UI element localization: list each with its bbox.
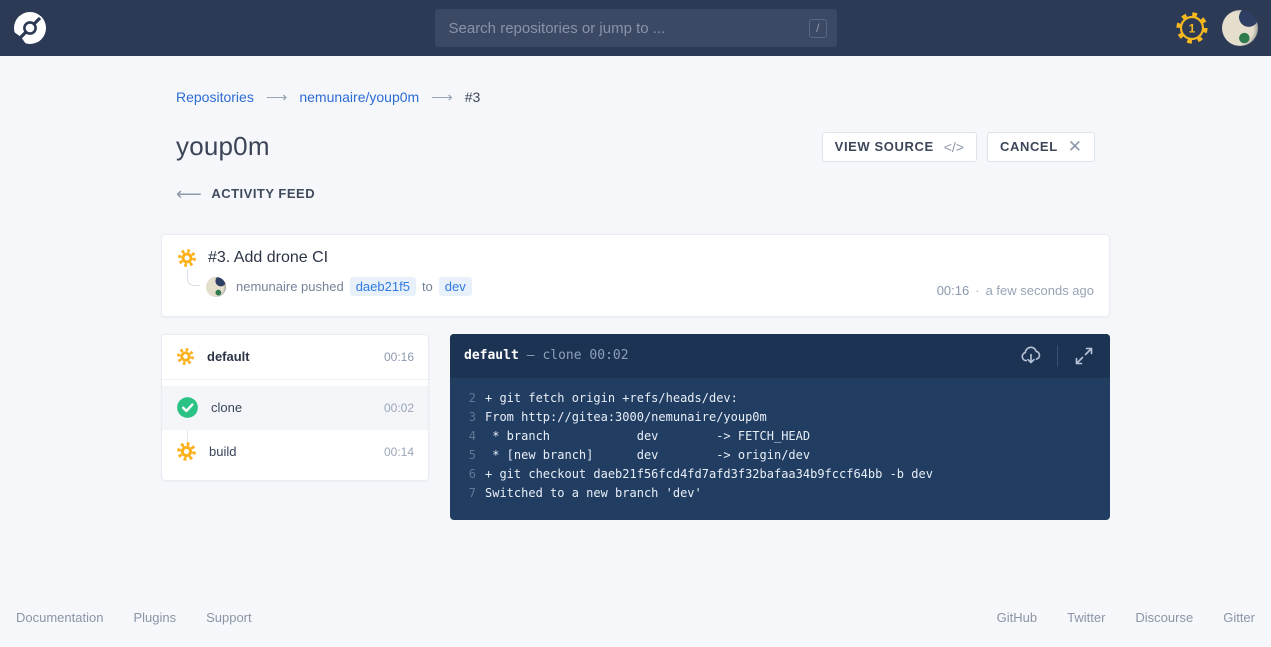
log-line-text: + git fetch origin +refs/heads/dev: <box>476 389 738 408</box>
breadcrumb-repo[interactable]: nemunaire/youp0m <box>299 89 419 105</box>
running-gear-icon <box>176 441 197 462</box>
notification-gear-badge[interactable]: 1 <box>1174 10 1210 46</box>
build-summary-card: #3. Add drone CI nemunaire pushed daeb21… <box>161 234 1110 317</box>
log-line-number: 5 <box>450 446 476 465</box>
stage-duration: 00:16 <box>384 350 414 364</box>
log-line: 6 + git checkout daeb21f56fcd4fd7afd3f32… <box>450 465 1110 484</box>
log-line-number: 2 <box>450 389 476 408</box>
footer-link-discourse[interactable]: Discourse <box>1135 610 1193 625</box>
branch-chip[interactable]: dev <box>439 277 472 296</box>
breadcrumb-current-build: #3 <box>465 89 481 105</box>
footer-link-support[interactable]: Support <box>206 610 252 625</box>
footer-link-plugins[interactable]: Plugins <box>133 610 176 625</box>
cancel-button[interactable]: CANCEL ✕ <box>987 132 1095 162</box>
build-meta: 00:16 · a few seconds ago <box>937 283 1094 298</box>
head-actions: VIEW SOURCE </> CANCEL ✕ <box>822 132 1095 162</box>
drone-logo-icon[interactable] <box>13 11 47 45</box>
close-icon: ✕ <box>1068 138 1082 155</box>
console-stage-name: default <box>464 348 519 363</box>
build-title: #3. Add drone CI <box>208 249 328 267</box>
log-line-number: 4 <box>450 427 476 446</box>
top-navbar: / 1 <box>0 0 1271 56</box>
footer-right-links: GitHub Twitter Discourse Gitter <box>997 610 1255 625</box>
steps-list: clone 00:02 build 00:14 <box>162 386 428 474</box>
log-console: default — clone 00:02 2 + git fetch o <box>450 334 1110 520</box>
log-line: 7 Switched to a new branch 'dev' <box>450 484 1110 503</box>
fullscreen-expand-icon[interactable] <box>1072 344 1096 368</box>
page-footer: Documentation Plugins Support GitHub Twi… <box>0 610 1271 625</box>
meta-separator: · <box>975 283 979 298</box>
console-actions <box>1019 344 1096 368</box>
step-row-build[interactable]: build 00:14 <box>162 430 428 474</box>
log-line-number: 3 <box>450 408 476 427</box>
breadcrumb-arrow-icon: ⟶ <box>431 88 453 106</box>
log-line-number: 6 <box>450 465 476 484</box>
log-line-text: * [new branch] dev -> origin/dev <box>476 446 810 465</box>
build-title-row: #3. Add drone CI <box>177 248 1094 268</box>
breadcrumb-arrow-icon: ⟶ <box>266 88 288 106</box>
stage-header: default 00:16 <box>162 335 428 380</box>
running-gear-icon <box>177 248 197 268</box>
log-line-text: + git checkout daeb21f56fcd4fd7afd3f32ba… <box>476 465 933 484</box>
search-input[interactable] <box>449 20 810 37</box>
step-duration: 00:02 <box>384 401 414 415</box>
notification-count: 1 <box>1189 22 1196 36</box>
left-arrow-icon: ⟵ <box>176 188 202 200</box>
breadcrumb-repositories[interactable]: Repositories <box>176 89 254 105</box>
log-line: 4 * branch dev -> FETCH_HEAD <box>450 427 1110 446</box>
page-head: youp0m VIEW SOURCE </> CANCEL ✕ <box>176 131 1110 162</box>
step-duration: 00:14 <box>384 445 414 459</box>
footer-link-gitter[interactable]: Gitter <box>1223 610 1255 625</box>
tree-connector <box>187 269 200 286</box>
running-gear-icon <box>176 347 195 366</box>
cancel-label: CANCEL <box>1000 139 1058 154</box>
page-title: youp0m <box>176 131 270 162</box>
footer-link-github[interactable]: GitHub <box>997 610 1037 625</box>
stage-name: default <box>207 349 250 364</box>
step-name: clone <box>211 400 242 415</box>
log-line-number: 7 <box>450 484 476 503</box>
build-duration: 00:16 <box>937 283 970 298</box>
log-line: 3 From http://gitea:3000/nemunaire/youp0… <box>450 408 1110 427</box>
step-name: build <box>209 444 236 459</box>
log-line: 5 * [new branch] dev -> origin/dev <box>450 446 1110 465</box>
activity-feed-label: ACTIVITY FEED <box>211 186 315 201</box>
code-icon: </> <box>944 139 964 155</box>
success-check-icon <box>176 396 199 419</box>
breadcrumb: Repositories ⟶ nemunaire/youp0m ⟶ #3 <box>176 88 1110 106</box>
log-line-text: * branch dev -> FETCH_HEAD <box>476 427 810 446</box>
search-shortcut-hint: / <box>809 19 826 38</box>
user-avatar[interactable] <box>1222 10 1258 46</box>
author-action-text: nemunaire pushed <box>236 279 344 294</box>
download-logs-icon[interactable] <box>1019 344 1043 368</box>
footer-left-links: Documentation Plugins Support <box>16 610 252 625</box>
footer-link-twitter[interactable]: Twitter <box>1067 610 1105 625</box>
console-step-subtitle: — clone 00:02 <box>527 348 629 363</box>
activity-feed-back-link[interactable]: ⟵ ACTIVITY FEED <box>176 186 315 201</box>
log-line-text: Switched to a new branch 'dev' <box>476 484 702 503</box>
author-avatar <box>206 277 226 297</box>
view-source-button[interactable]: VIEW SOURCE </> <box>822 132 977 162</box>
navbar-right: 1 <box>1174 10 1258 46</box>
log-line-text: From http://gitea:3000/nemunaire/youp0m <box>476 408 767 427</box>
step-row-clone[interactable]: clone 00:02 <box>162 386 428 430</box>
stage-steps-panel: default 00:16 clone 00:02 <box>161 334 429 481</box>
view-source-label: VIEW SOURCE <box>835 139 934 154</box>
divider <box>1057 345 1058 367</box>
console-header: default — clone 00:02 <box>450 334 1110 378</box>
global-search: / <box>435 9 837 47</box>
commit-sha-chip[interactable]: daeb21f5 <box>350 277 416 296</box>
to-label: to <box>422 279 433 294</box>
log-line: 2 + git fetch origin +refs/heads/dev: <box>450 389 1110 408</box>
footer-link-documentation[interactable]: Documentation <box>16 610 103 625</box>
build-time-ago: a few seconds ago <box>986 283 1094 298</box>
console-log-output: 2 + git fetch origin +refs/heads/dev: 3 … <box>450 378 1110 520</box>
build-message: nemunaire pushed daeb21f5 to dev <box>236 277 472 296</box>
